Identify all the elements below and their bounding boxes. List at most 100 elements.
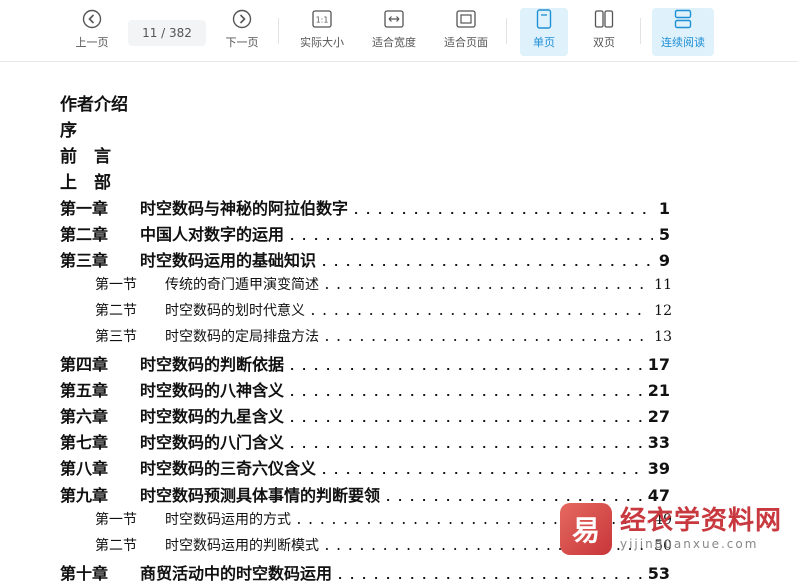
fit-width-button[interactable]: 适合宽度: [366, 8, 422, 56]
chapter-number: 第十章: [60, 564, 109, 582]
toc-entry[interactable]: 第六章 时空数码的九星含义 27: [60, 403, 670, 427]
watermark-url: yijinquanxue.com: [620, 537, 759, 551]
toc-heading: 前 言: [60, 147, 111, 167]
page-number: 17: [647, 355, 670, 374]
chapter-number: 第八章: [60, 459, 109, 478]
chapter-number: 第五章: [60, 381, 109, 400]
toc-entry[interactable]: 第五章 时空数码的八神含义 21: [60, 377, 670, 401]
fit-page-icon: [456, 8, 476, 30]
chapter-title: 商贸活动中的时空数码运用: [140, 564, 333, 582]
section-number: 第三节: [95, 329, 137, 345]
section-title: 时空数码运用的方式: [165, 512, 291, 528]
chapter-title: 时空数码预测具体事情的判断要领: [140, 486, 381, 505]
page-number: 27: [647, 407, 670, 426]
page-number: 39: [647, 459, 670, 478]
actual-size-button[interactable]: 1:1 实际大小: [294, 8, 350, 56]
section-title: 时空数码运用的判断模式: [165, 538, 319, 554]
toc-heading: 作者介绍: [60, 95, 128, 115]
chapter-title: 时空数码的九星含义: [140, 407, 285, 426]
section-title: 传统的奇门遁甲演变简述: [165, 277, 319, 293]
section-number: 第一节: [95, 277, 137, 293]
double-page-label: 双页: [593, 36, 615, 49]
chapter-number: 第七章: [60, 433, 109, 452]
toc-entry[interactable]: 第一节 传统的奇门遁甲演变简述 11: [95, 274, 672, 294]
leader-dots: [322, 464, 642, 477]
leader-dots: [290, 386, 642, 399]
page-number: 5: [658, 225, 670, 244]
section-number: 第二节: [95, 538, 137, 554]
clipped-page-title: [295, 62, 445, 68]
fit-page-button[interactable]: 适合页面: [438, 8, 494, 56]
chapter-title: 时空数码的八神含义: [140, 381, 285, 400]
svg-text:1:1: 1:1: [316, 16, 329, 25]
toc-entry[interactable]: 第三章 时空数码运用的基础知识 9: [60, 247, 670, 271]
chapter-title: 时空数码与神秘的阿拉伯数字: [140, 199, 349, 218]
page-indicator[interactable]: 11 / 382: [128, 20, 206, 46]
section-number: 第一节: [95, 512, 137, 528]
page-number: 9: [658, 251, 670, 270]
chapter-number: 第二章: [60, 225, 109, 244]
chapter-title: 时空数码的三奇六仪含义: [140, 459, 317, 478]
leader-dots: [354, 204, 653, 217]
continuous-reading-label: 连续阅读: [661, 36, 705, 49]
watermark-title: 经衣学资料网: [620, 506, 783, 536]
site-watermark: 易 经衣学资料网 yijinquanxue.com: [560, 498, 798, 560]
chapter-title: 中国人对数字的运用: [140, 225, 285, 244]
double-page-icon: [594, 8, 614, 30]
toc-entry[interactable]: 第三节 时空数码的定局排盘方法 13: [95, 326, 672, 346]
toc-entry[interactable]: 第一章 时空数码与神秘的阿拉伯数字 1: [60, 195, 670, 219]
toc-entry[interactable]: 第八章 时空数码的三奇六仪含义 39: [60, 455, 670, 479]
chapter-number: 第六章: [60, 407, 109, 426]
toc-heading: 上 部: [60, 173, 111, 193]
leader-dots: [325, 331, 648, 344]
toc-entry[interactable]: 第十章 商贸活动中的时空数码运用 53: [60, 560, 670, 582]
leader-dots: [290, 412, 642, 425]
leader-dots: [290, 360, 642, 373]
chapter-title: 时空数码运用的基础知识: [140, 251, 317, 270]
leader-dots: [290, 438, 642, 451]
page-number: 11: [654, 277, 672, 293]
next-page-label: 下一页: [225, 36, 259, 49]
toc-entry[interactable]: 第二章 中国人对数字的运用 5: [60, 221, 670, 245]
reader-toolbar: 上一页 11 / 382 下一页 1:1 实际大小 适合宽度 适合页面 单页 双…: [0, 0, 798, 62]
leader-dots: [325, 279, 648, 292]
chapter-number: 第一章: [60, 199, 109, 218]
toc-entry[interactable]: 第四章 时空数码的判断依据 17: [60, 351, 670, 375]
prev-page-label: 上一页: [75, 36, 109, 49]
toolbar-divider: [640, 18, 641, 44]
leader-dots: [322, 256, 653, 269]
chapter-number: 第四章: [60, 355, 109, 374]
page-number: 12: [654, 303, 672, 319]
chapter-number: 第九章: [60, 486, 109, 505]
leader-dots: [338, 569, 642, 582]
page-number: 53: [647, 564, 670, 582]
next-page-button[interactable]: 下一页: [220, 8, 264, 56]
prev-page-button[interactable]: 上一页: [70, 8, 114, 56]
single-page-button[interactable]: 单页: [520, 8, 568, 56]
section-number: 第二节: [95, 303, 137, 319]
watermark-logo-icon: 易: [560, 503, 612, 555]
leader-dots: [290, 230, 653, 243]
fit-page-label: 适合页面: [444, 36, 488, 49]
single-page-icon: [536, 8, 552, 30]
page-number: 21: [647, 381, 670, 400]
continuous-reading-icon: [674, 8, 692, 30]
page-number: 33: [647, 433, 670, 452]
chevron-left-icon: [82, 8, 102, 30]
section-title: 时空数码的定局排盘方法: [165, 329, 319, 345]
page-number: 13: [654, 329, 672, 345]
toc-entry[interactable]: 第二节 时空数码的划时代意义 12: [95, 300, 672, 320]
double-page-button[interactable]: 双页: [582, 8, 626, 56]
leader-dots: [311, 305, 648, 318]
fit-width-icon: [384, 8, 404, 30]
single-page-label: 单页: [533, 36, 555, 49]
toolbar-divider: [278, 18, 279, 44]
actual-size-label: 实际大小: [300, 36, 344, 49]
page-number: 1: [658, 199, 670, 218]
continuous-reading-button[interactable]: 连续阅读: [652, 8, 714, 56]
chapter-number: 第三章: [60, 251, 109, 270]
chapter-title: 时空数码的八门含义: [140, 433, 285, 452]
toc-entry[interactable]: 第七章 时空数码的八门含义 33: [60, 429, 670, 453]
section-title: 时空数码的划时代意义: [165, 303, 305, 319]
chapter-title: 时空数码的判断依据: [140, 355, 285, 374]
